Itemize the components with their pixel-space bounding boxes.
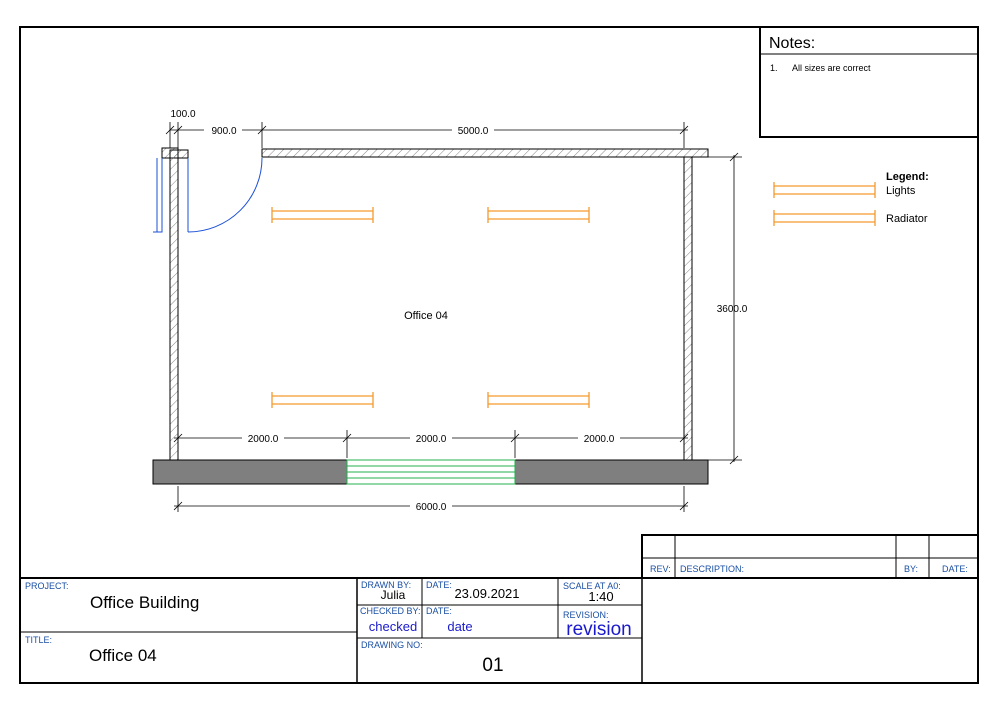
left-wall [169, 149, 179, 461]
project-label: PROJECT: [25, 581, 69, 591]
dim-total: 6000.0 [416, 502, 447, 513]
date-header: DATE: [942, 564, 968, 574]
legend-radiator-symbol [773, 210, 876, 226]
dim-wall: 100.0 [170, 109, 195, 120]
revision-table: REV: DESCRIPTION: BY: DATE: [641, 534, 979, 579]
checked-by-value: checked [369, 619, 417, 634]
dim-seg1: 2000.0 [248, 434, 279, 445]
scale-value: 1:40 [588, 589, 613, 604]
legend-title: Legend: [886, 171, 929, 183]
floor-plan: Office 04 100.0 900.0 5000.0 3600.0 2000… [152, 109, 748, 513]
light-fixture [487, 207, 590, 223]
light-fixture [271, 207, 374, 223]
drawing-no-value: 01 [482, 655, 503, 676]
note-number: 1. [770, 63, 778, 73]
rev-header: REV: [650, 564, 671, 574]
dim-top: 5000.0 [458, 126, 489, 137]
left-jamb [177, 149, 189, 159]
checked-date-label: DATE: [426, 606, 452, 616]
drawn-by-value: Julia [381, 588, 406, 602]
checked-by-label: CHECKED BY: [360, 606, 421, 616]
drawing-sheet: Notes: 1. All sizes are correct Legend: … [19, 26, 979, 684]
drawing-title: Office 04 [89, 646, 157, 665]
window [346, 459, 516, 485]
date-value: 23.09.2021 [454, 586, 519, 601]
dimension-lines [165, 122, 742, 512]
light-fixture [487, 392, 590, 408]
checked-date-value: date [447, 619, 472, 634]
light-fixture [271, 392, 374, 408]
legend-lights-label: Lights [886, 185, 916, 197]
drawing-no-label: DRAWING NO: [361, 640, 423, 650]
date-label: DATE: [426, 580, 452, 590]
notes-box: Notes: 1. All sizes are correct [759, 26, 979, 138]
bottom-wall-right [514, 459, 709, 485]
right-wall [683, 156, 693, 461]
dim-seg2: 2000.0 [416, 434, 447, 445]
legend-radiator-label: Radiator [886, 213, 928, 225]
title-block: PROJECT: Office Building TITLE: Office 0… [20, 577, 978, 683]
dim-right: 3600.0 [717, 304, 748, 315]
bottom-wall-left [152, 459, 348, 485]
door [187, 157, 263, 233]
revision-value: revision [566, 619, 631, 640]
legend: Legend: Lights Radiator [773, 171, 929, 226]
notes-title: Notes: [769, 35, 815, 52]
title-label: TITLE: [25, 635, 52, 645]
legend-lights-symbol [773, 182, 876, 198]
by-header: BY: [904, 564, 918, 574]
dim-door: 900.0 [211, 126, 236, 137]
description-header: DESCRIPTION: [680, 564, 744, 574]
room-label: Office 04 [404, 310, 448, 322]
project-name: Office Building [90, 593, 199, 612]
top-wall [261, 148, 709, 158]
dim-seg3: 2000.0 [584, 434, 615, 445]
note-text: All sizes are correct [792, 63, 871, 73]
